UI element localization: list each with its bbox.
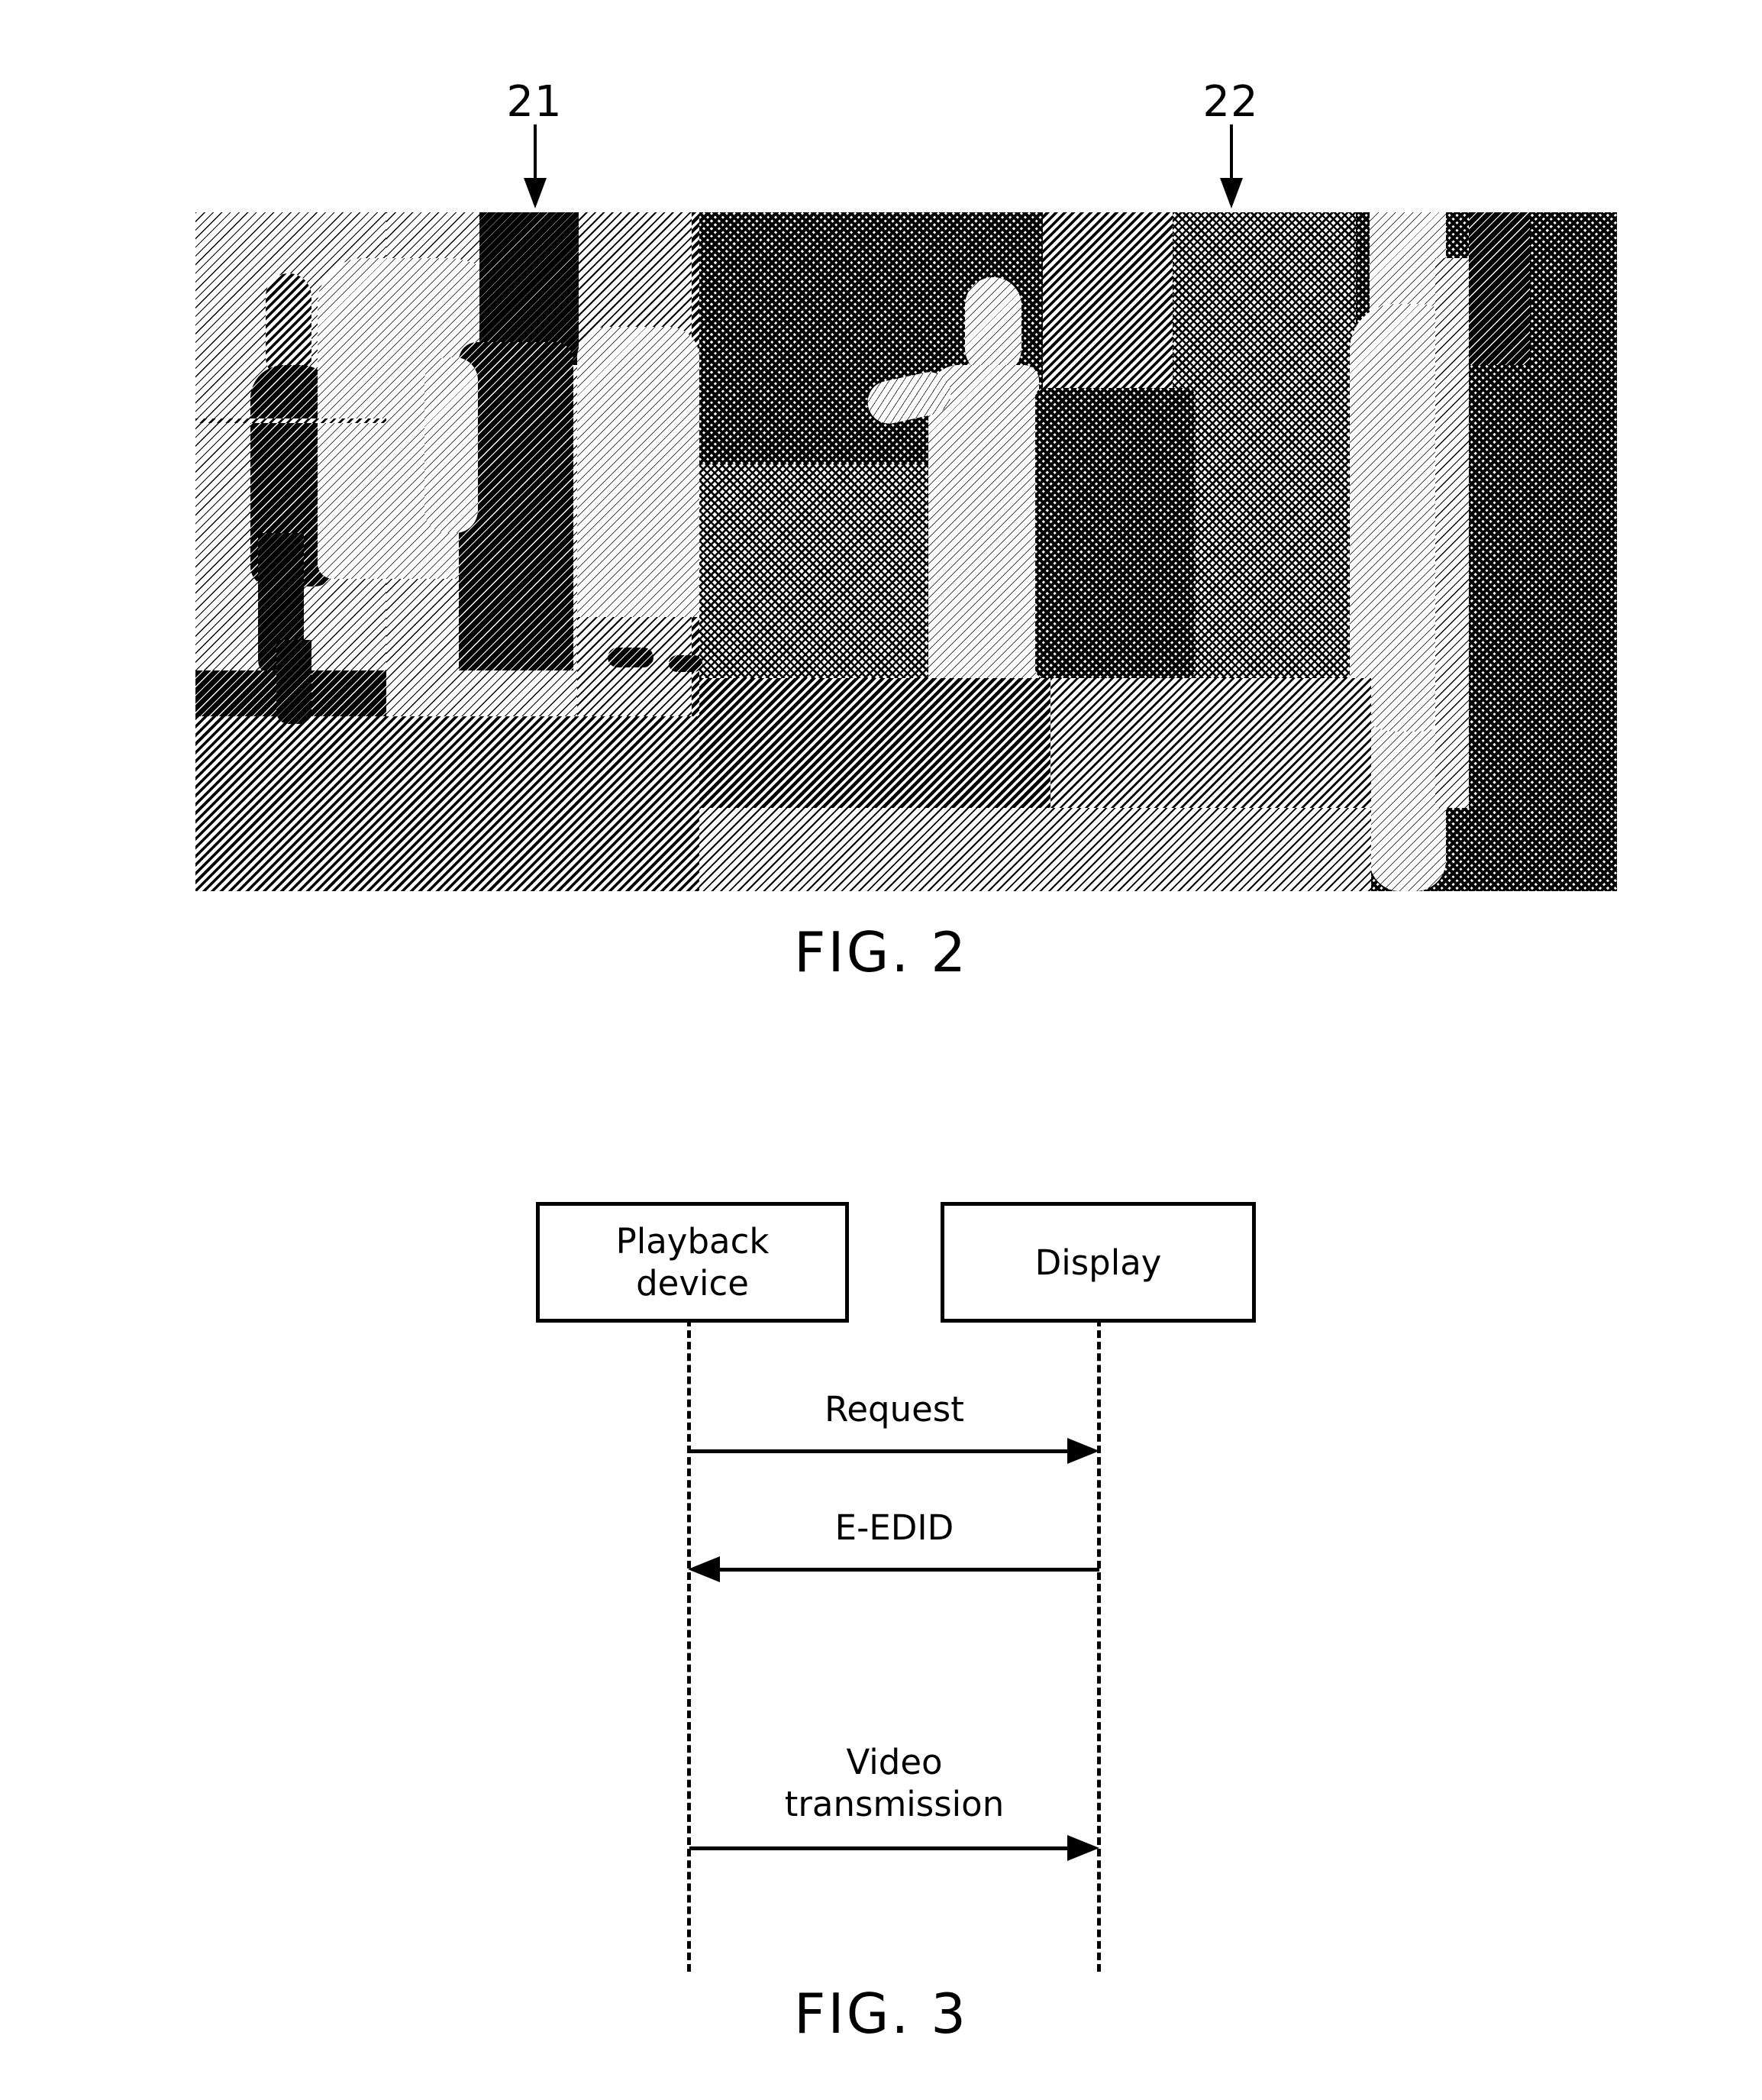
patent-figure-sheet: 21 22 FIG. 2 Playback device Display Req… bbox=[0, 0, 1762, 2100]
message-line-e-edid bbox=[719, 1568, 1099, 1572]
message-arrowhead-e-edid-icon bbox=[688, 1556, 720, 1582]
figure-3-caption: FIG. 3 bbox=[793, 1982, 969, 2046]
callout-22: 22 bbox=[1185, 77, 1276, 208]
callout-21-label: 21 bbox=[506, 77, 563, 127]
callout-21-arrow-icon bbox=[489, 124, 580, 208]
message-line-video-transmission bbox=[689, 1846, 1069, 1850]
participant-box-display[interactable]: Display bbox=[941, 1202, 1256, 1323]
message-arrowhead-request-icon bbox=[1067, 1438, 1099, 1464]
message-label-request: Request bbox=[825, 1389, 964, 1430]
callout-22-label: 22 bbox=[1202, 77, 1259, 127]
figure-2-caption: FIG. 2 bbox=[793, 920, 969, 984]
figure-2: 21 22 FIG. 2 bbox=[0, 0, 1762, 1054]
participant-label-playback-device: Playback device bbox=[615, 1221, 770, 1304]
callout-21: 21 bbox=[489, 77, 580, 208]
message-line-request bbox=[689, 1449, 1069, 1453]
message-label-e-edid: E-EDID bbox=[834, 1507, 954, 1548]
figure-3: Playback device Display Request E-EDID V… bbox=[0, 1054, 1762, 2100]
participant-box-playback-device[interactable]: Playback device bbox=[536, 1202, 849, 1323]
halftone-photograph bbox=[195, 212, 1617, 891]
message-arrowhead-video-transmission-icon bbox=[1067, 1835, 1099, 1861]
callout-22-arrow-icon bbox=[1185, 124, 1276, 208]
participant-label-display: Display bbox=[1034, 1242, 1162, 1283]
message-label-video-transmission: Video transmission bbox=[784, 1742, 1005, 1824]
